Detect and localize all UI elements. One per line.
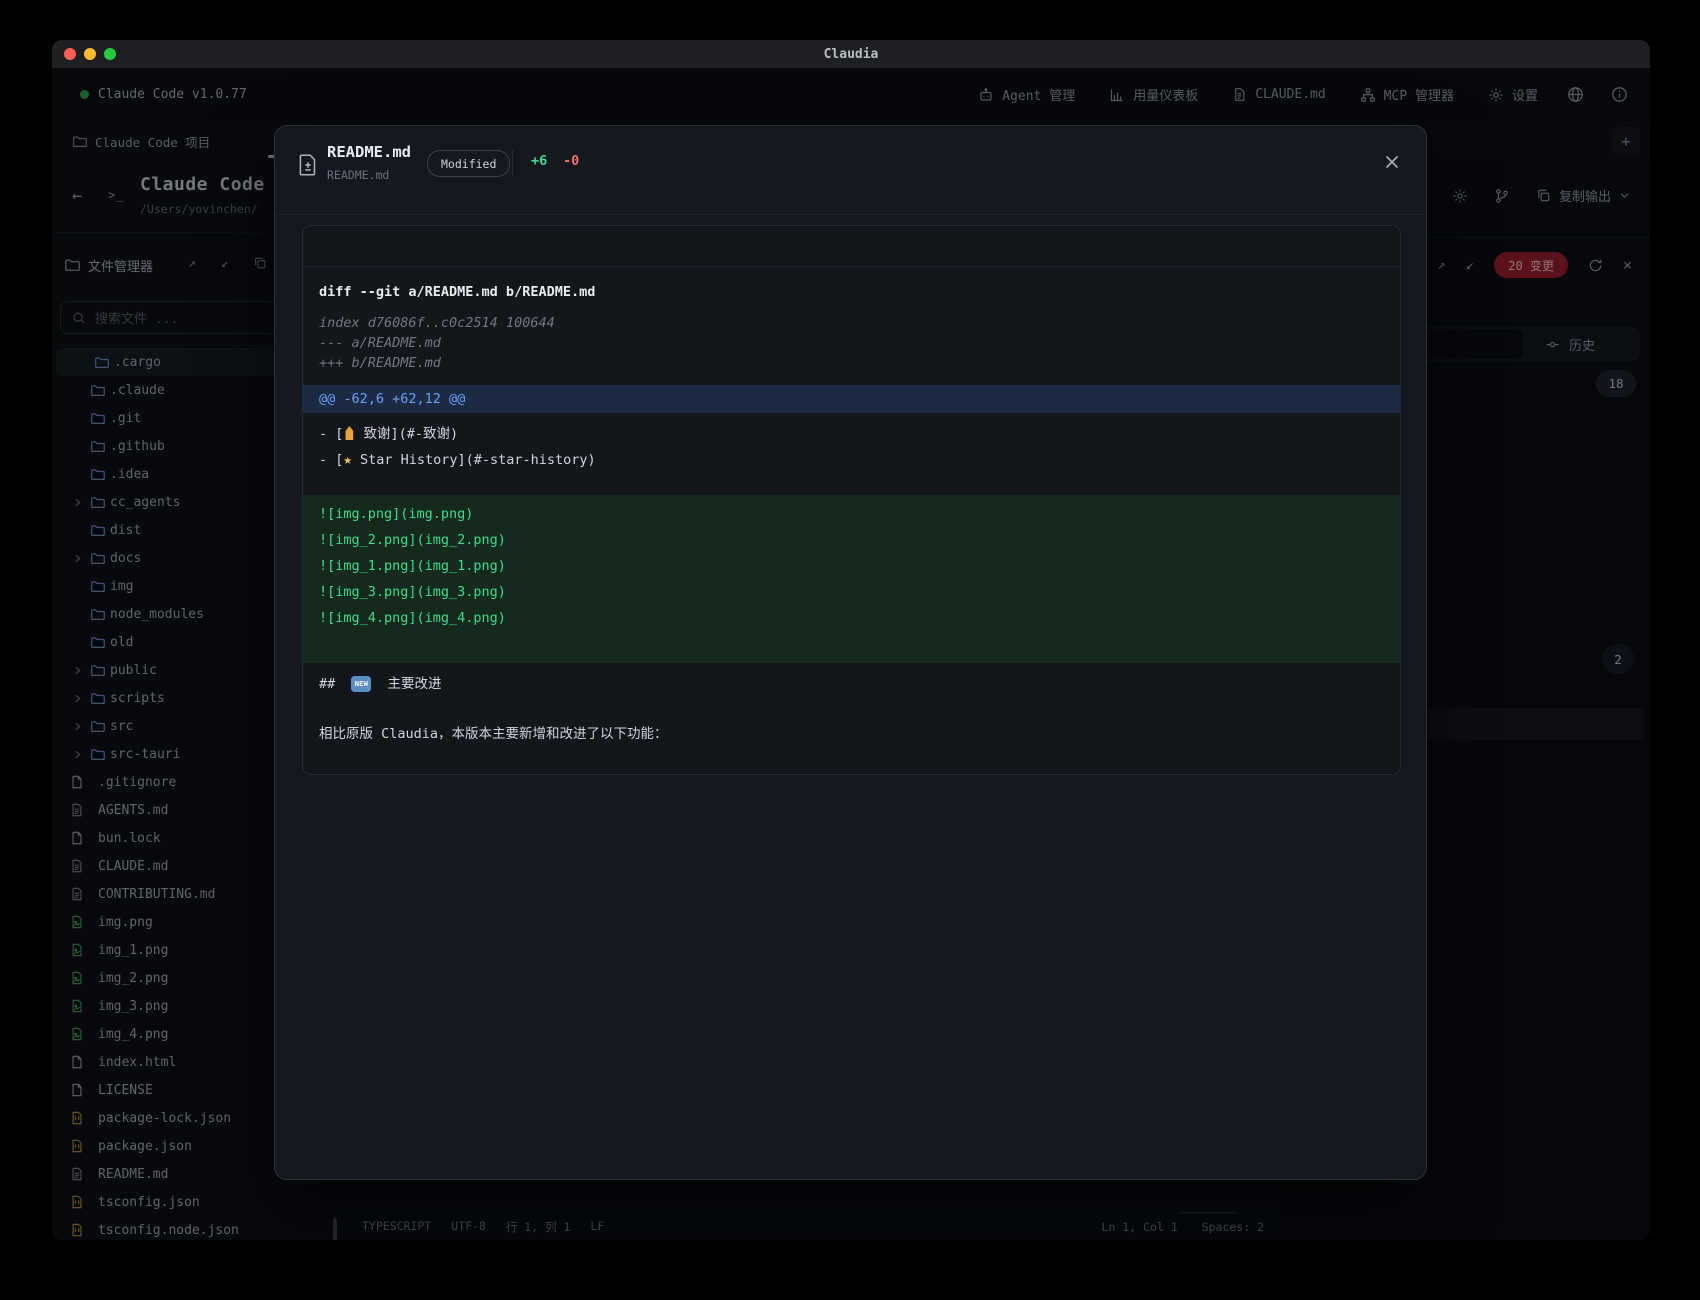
diff-meta-lines: index d76086f..c0c2514 100644--- a/READM… [303,313,1400,373]
window-title: Claudia [52,47,1650,62]
diff-added-line: ![img_2.png](img_2.png) [303,527,1400,553]
diff-context-line: - [★ Star History](#-star-history) [303,447,1400,473]
diff-meta-line: +++ b/README.md [303,353,1400,373]
diff-heading-line: ## NEW 主要改进 [303,671,1400,697]
macos-titlebar: Claudia [52,40,1650,68]
diff-meta-line: --- a/README.md [303,333,1400,353]
diff-added-line: ![img_4.png](img_4.png) [303,605,1400,631]
diff-added-line: ![img_3.png](img_3.png) [303,579,1400,605]
diff-added-line: ![img_1.png](img_1.png) [303,553,1400,579]
diff-modal-header: README.md README.md Modified +6 -0 [275,126,1426,215]
diff-added-lines: ![img.png](img.png)![img_2.png](img_2.pn… [303,495,1400,663]
star-emoji: ★ [343,452,351,468]
diff-context-line: - [ 致谢](#-致谢) [303,421,1400,447]
additions-count: +6 [531,153,547,169]
pray-hands-emoji [343,426,355,440]
diff-context-lines: - [ 致谢](#-致谢)- [★ Star History](#-star-h… [303,421,1400,473]
diff-panel: diff --git a/README.md b/README.md index… [302,225,1401,775]
diff-added-line: ![img.png](img.png) [303,501,1400,527]
diff-added-line [303,631,1400,657]
diff-panel-header [303,226,1400,267]
diff-meta-line: index d76086f..c0c2514 100644 [303,313,1400,333]
diff-command-line: diff --git a/README.md b/README.md [303,281,1400,303]
diff-modal: README.md README.md Modified +6 -0 diff … [274,125,1427,1180]
file-diff-icon [295,152,321,178]
diff-hunk-header: @@ -62,6 +62,12 @@ [303,385,1400,413]
divider [512,150,513,175]
diff-paragraph-line: 相比原版 Claudia，本版本主要新增和改进了以下功能： [303,721,1400,747]
modified-badge: Modified [427,150,510,177]
close-icon [1384,154,1400,170]
app-window: Claudia Claude Code v1.0.77 Agent 管理 用量仪… [52,40,1650,1240]
diff-file-title: README.md [327,143,411,161]
diff-file-subtitle: README.md [327,168,389,182]
deletions-count: -0 [563,153,579,169]
close-modal-button[interactable] [1384,154,1400,170]
new-emoji: NEW [351,676,371,692]
